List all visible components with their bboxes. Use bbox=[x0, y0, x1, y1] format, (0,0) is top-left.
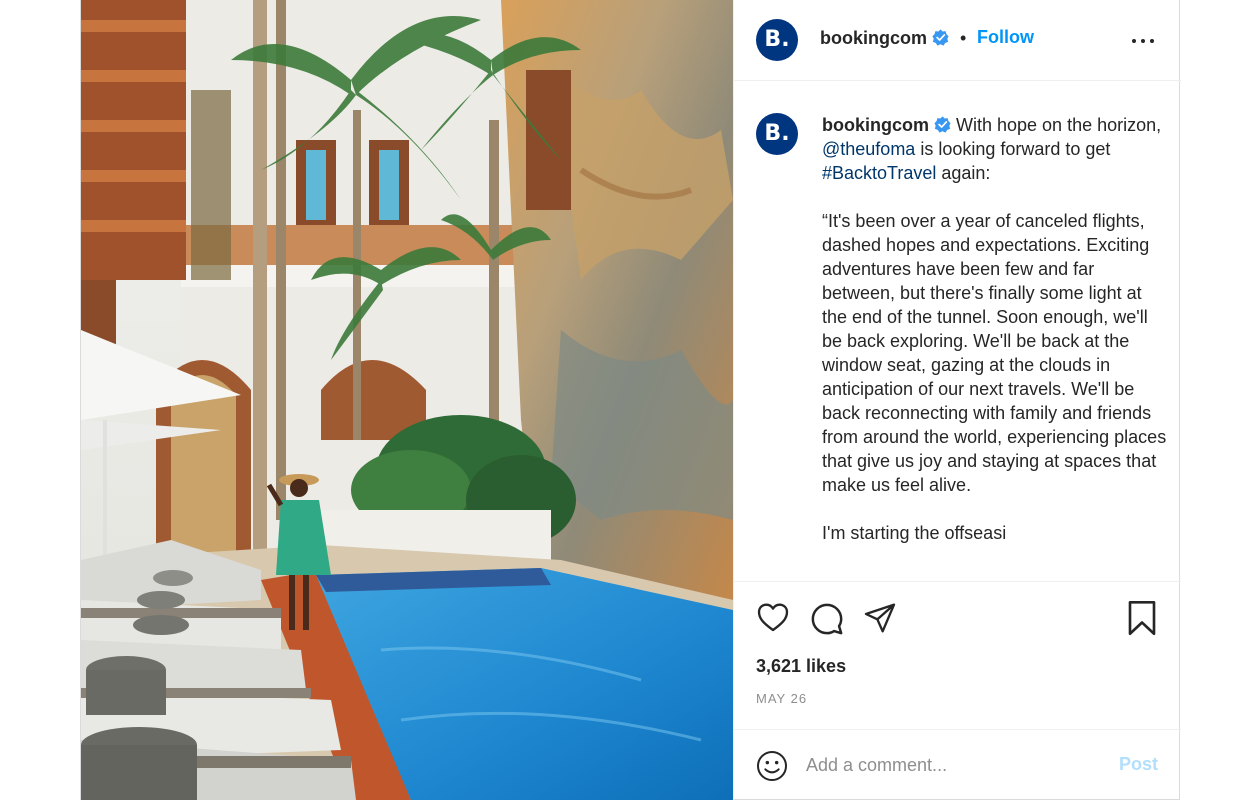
caption-intro-before: With hope on the horizon, bbox=[951, 115, 1162, 135]
caption-username[interactable]: bookingcom bbox=[822, 115, 929, 135]
emoji-icon[interactable] bbox=[756, 750, 788, 782]
share-icon[interactable] bbox=[863, 602, 897, 634]
verified-badge-icon bbox=[932, 29, 949, 46]
caption-intro-after: again: bbox=[936, 163, 991, 183]
caption-truncated: I'm starting the offseasi bbox=[822, 523, 1007, 543]
heart-icon[interactable] bbox=[756, 602, 790, 634]
mention-link[interactable]: @theufoma bbox=[822, 139, 915, 159]
post-actions: 3,621 likes MAY 26 bbox=[734, 581, 1181, 731]
instagram-post: B. bookingcom • Follow B. bookingcom Wit… bbox=[80, 0, 1181, 800]
comment-input[interactable] bbox=[806, 752, 1106, 778]
caption-text: bookingcom With hope on the horizon, @th… bbox=[822, 113, 1167, 545]
post-header: B. bookingcom • Follow bbox=[734, 0, 1181, 81]
pool-courtyard-image bbox=[81, 0, 733, 800]
bookmark-icon[interactable] bbox=[1126, 600, 1158, 636]
username-text[interactable]: bookingcom bbox=[820, 28, 927, 48]
caption-quote: “It's been over a year of canceled fligh… bbox=[822, 211, 1167, 495]
comment-icon[interactable] bbox=[810, 602, 844, 636]
separator-dot: • bbox=[960, 28, 967, 48]
verified-badge-icon bbox=[934, 116, 951, 133]
comment-bar: Post bbox=[734, 729, 1181, 800]
post-comment-button[interactable]: Post bbox=[1119, 754, 1158, 775]
likes-count[interactable]: 3,621 likes bbox=[756, 656, 846, 677]
follow-button[interactable]: Follow bbox=[977, 27, 1034, 48]
caption-intro: bookingcom With hope on the horizon, @th… bbox=[822, 113, 1167, 185]
caption-avatar[interactable]: B. bbox=[756, 113, 798, 155]
more-options-icon[interactable] bbox=[1132, 30, 1156, 50]
caption-area: B. bookingcom With hope on the horizon, … bbox=[734, 81, 1181, 581]
hashtag-link[interactable]: #BacktoTravel bbox=[822, 163, 936, 183]
username-link[interactable]: bookingcom bbox=[820, 28, 949, 49]
avatar[interactable]: B. bbox=[756, 19, 798, 61]
post-photo[interactable] bbox=[81, 0, 733, 800]
post-date[interactable]: MAY 26 bbox=[756, 691, 807, 706]
caption-intro-middle: is looking forward to get bbox=[915, 139, 1111, 159]
post-details-pane: B. bookingcom • Follow B. bookingcom Wit… bbox=[733, 0, 1181, 800]
